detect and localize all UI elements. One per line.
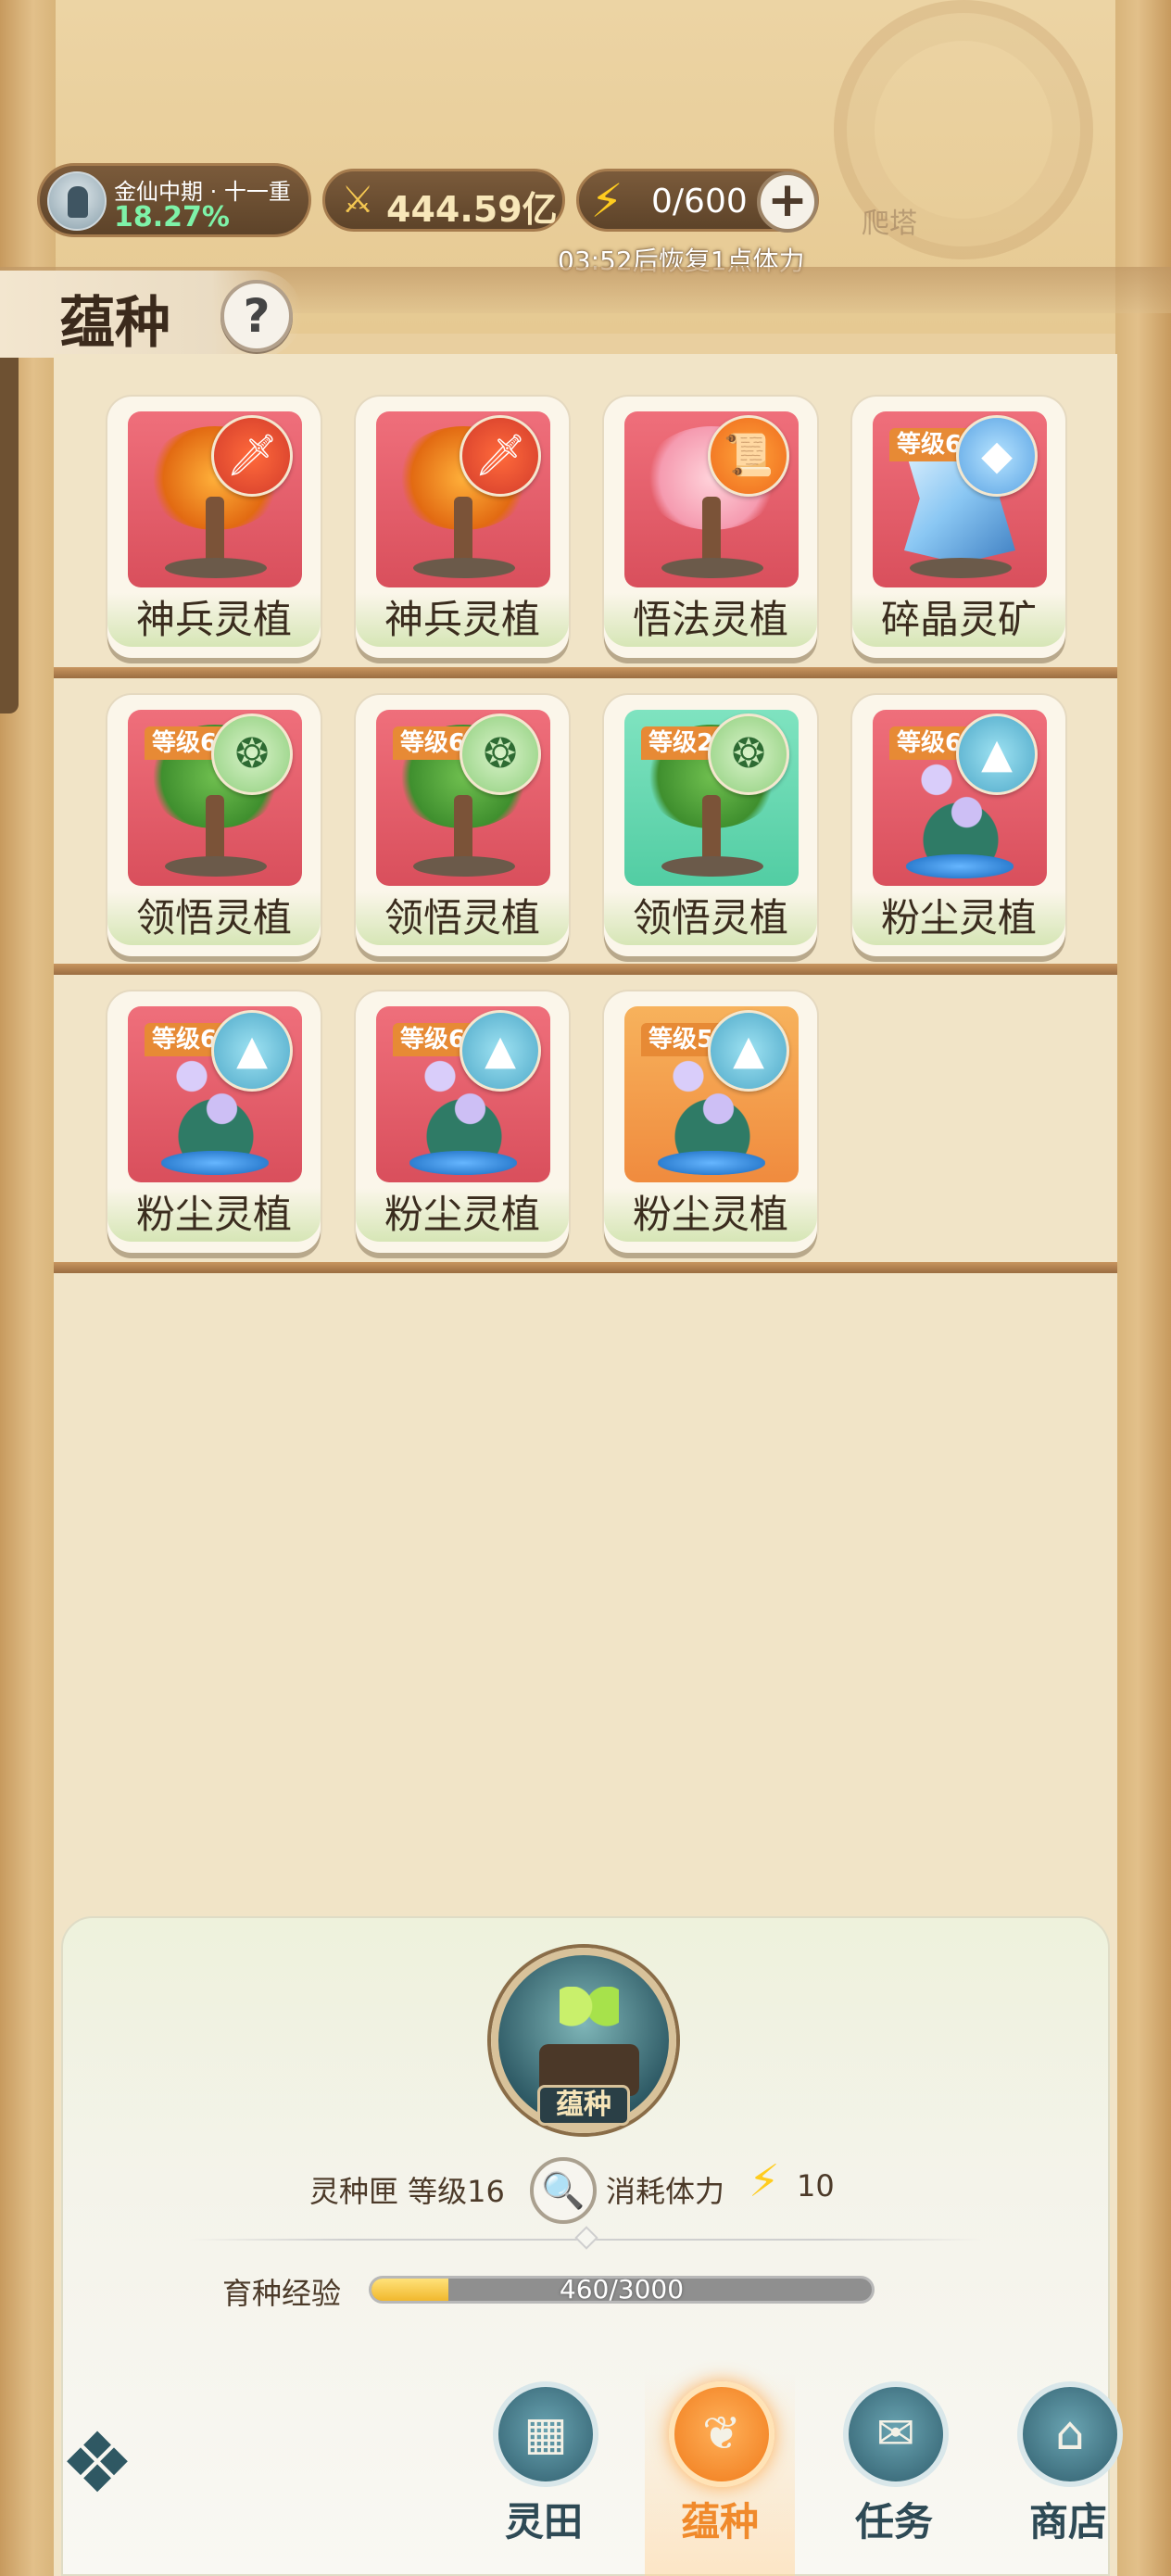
seed-art: 等级5 ▲ bbox=[624, 1006, 799, 1182]
magnifier-icon[interactable]: 🔍 bbox=[530, 2157, 597, 2224]
seed-card[interactable]: 等级2 ❂ 领悟灵植 bbox=[604, 695, 817, 956]
breeding-exp-label: 育种经验 bbox=[222, 2276, 342, 2311]
seed-art: 等级6 ❂ bbox=[128, 710, 302, 886]
sprout-icon bbox=[560, 1987, 619, 2052]
dust-pile-icon: ▲ bbox=[956, 713, 1038, 795]
seed-art: 🗡 bbox=[376, 411, 550, 587]
seed-name: 粉尘灵植 bbox=[852, 891, 1065, 945]
menu-diamond-icon[interactable]: ❖ bbox=[37, 2413, 157, 2515]
seed-card[interactable]: 🗡 神兵灵植 bbox=[107, 397, 321, 658]
seed-art: 等级6 ◆ bbox=[873, 411, 1047, 587]
dust-pile-icon: ▲ bbox=[460, 1010, 541, 1092]
seed-box-level: 灵种匣 等级16 bbox=[309, 2174, 505, 2209]
side-drawer-handle[interactable] bbox=[0, 324, 19, 713]
seed-card[interactable]: 等级6 ◆ 碎晶灵矿 bbox=[852, 397, 1065, 658]
right-frame bbox=[1115, 0, 1171, 2576]
seed-card[interactable]: 等级6 ▲ 粉尘灵植 bbox=[852, 695, 1065, 956]
page-title: 蕴种 bbox=[59, 291, 170, 356]
nav-label: 商店 bbox=[1028, 2499, 1107, 2544]
seed-name: 粉尘灵植 bbox=[107, 1188, 321, 1242]
stamina: ⚡ 0/600 + bbox=[576, 169, 819, 233]
seed-art: 等级2 ❂ bbox=[624, 710, 799, 886]
stamina-value: 0/600 bbox=[651, 183, 748, 221]
seed-name: 领悟灵植 bbox=[604, 891, 817, 945]
seed-name: 神兵灵植 bbox=[356, 593, 569, 647]
scroll-icon: ✉ bbox=[843, 2381, 949, 2487]
seed-card[interactable]: 等级6 ❂ 领悟灵植 bbox=[356, 695, 569, 956]
seed-card[interactable]: 等级6 ▲ 粉尘灵植 bbox=[107, 991, 321, 1253]
lightning-icon: ⚡ bbox=[749, 2155, 780, 2207]
seed-name: 神兵灵植 bbox=[107, 593, 321, 647]
sprout-icon: ❦ bbox=[669, 2381, 774, 2487]
field-icon: ▦ bbox=[493, 2381, 598, 2487]
seed-art: 等级6 ▲ bbox=[376, 1006, 550, 1182]
seed-name: 粉尘灵植 bbox=[356, 1188, 569, 1242]
seed-card[interactable]: 📜 悟法灵植 bbox=[604, 397, 817, 658]
nav-label: 任务 bbox=[854, 2499, 933, 2544]
realm-progress: 18.27% bbox=[114, 201, 230, 234]
nav-label: 灵田 bbox=[504, 2499, 583, 2544]
add-stamina-button[interactable]: + bbox=[757, 171, 818, 233]
seed-art: 📜 bbox=[624, 411, 799, 587]
breeding-exp-bar: 460/3000 bbox=[369, 2276, 875, 2304]
scroll-icon: 📜 bbox=[708, 415, 789, 497]
dust-pile-icon: ▲ bbox=[708, 1010, 789, 1092]
cost-value: 10 bbox=[797, 2168, 835, 2203]
seed-art: 等级6 ❂ bbox=[376, 710, 550, 886]
nav-tab-tasks[interactable]: ✉ 任务 bbox=[825, 2381, 963, 2567]
crossed-swords-icon: ⚔ bbox=[341, 179, 374, 221]
seed-card[interactable]: 等级6 ❂ 领悟灵植 bbox=[107, 695, 321, 956]
seed-name: 粉尘灵植 bbox=[604, 1188, 817, 1242]
seed-name: 悟法灵植 bbox=[604, 593, 817, 647]
seed-emblem-label: 蕴种 bbox=[537, 2085, 630, 2126]
combat-power: ⚔ 444.59亿 bbox=[322, 169, 565, 232]
shop-icon: ⌂ bbox=[1017, 2381, 1123, 2487]
nav-label: 蕴种 bbox=[680, 2499, 759, 2544]
shelf-divider bbox=[54, 667, 1117, 678]
gourd-icon: ❂ bbox=[211, 713, 293, 795]
climb-tower-label[interactable]: 爬塔 bbox=[862, 200, 917, 241]
avatar bbox=[47, 171, 107, 231]
help-button[interactable]: ? bbox=[220, 280, 293, 352]
lightning-icon: ⚡ bbox=[590, 174, 623, 228]
seed-card[interactable]: 等级5 ▲ 粉尘灵植 bbox=[604, 991, 817, 1253]
seed-name: 领悟灵植 bbox=[356, 891, 569, 945]
seed-name: 领悟灵植 bbox=[107, 891, 321, 945]
nav-tab-seed[interactable]: ❦ 蕴种 bbox=[650, 2381, 789, 2567]
seed-name: 碎晶灵矿 bbox=[852, 593, 1065, 647]
shelf-divider bbox=[54, 1262, 1117, 1273]
gourd-icon: ❂ bbox=[708, 713, 789, 795]
dust-pile-icon: ▲ bbox=[211, 1010, 293, 1092]
seed-art: 等级6 ▲ bbox=[128, 1006, 302, 1182]
combat-power-value: 444.59亿 bbox=[386, 189, 558, 230]
sword-icon: 🗡 bbox=[211, 415, 293, 497]
crystal-icon: ◆ bbox=[956, 415, 1038, 497]
seed-card[interactable]: 等级6 ▲ 粉尘灵植 bbox=[356, 991, 569, 1253]
gourd-icon: ❂ bbox=[460, 713, 541, 795]
breeding-exp-text: 460/3000 bbox=[559, 2276, 685, 2304]
seed-card[interactable]: 🗡 神兵灵植 bbox=[356, 397, 569, 658]
seed-art: 等级6 ▲ bbox=[873, 710, 1047, 886]
cost-label: 消耗体力 bbox=[606, 2174, 725, 2209]
seed-art: 🗡 bbox=[128, 411, 302, 587]
sword-icon: 🗡 bbox=[460, 415, 541, 497]
realm-status[interactable]: 金仙中期 · 十一重 18.27% bbox=[37, 163, 311, 237]
nav-tab-shop[interactable]: ⌂ 商店 bbox=[999, 2381, 1138, 2567]
shelf-divider bbox=[54, 964, 1117, 975]
nav-tab-field[interactable]: ▦ 灵田 bbox=[474, 2381, 613, 2567]
